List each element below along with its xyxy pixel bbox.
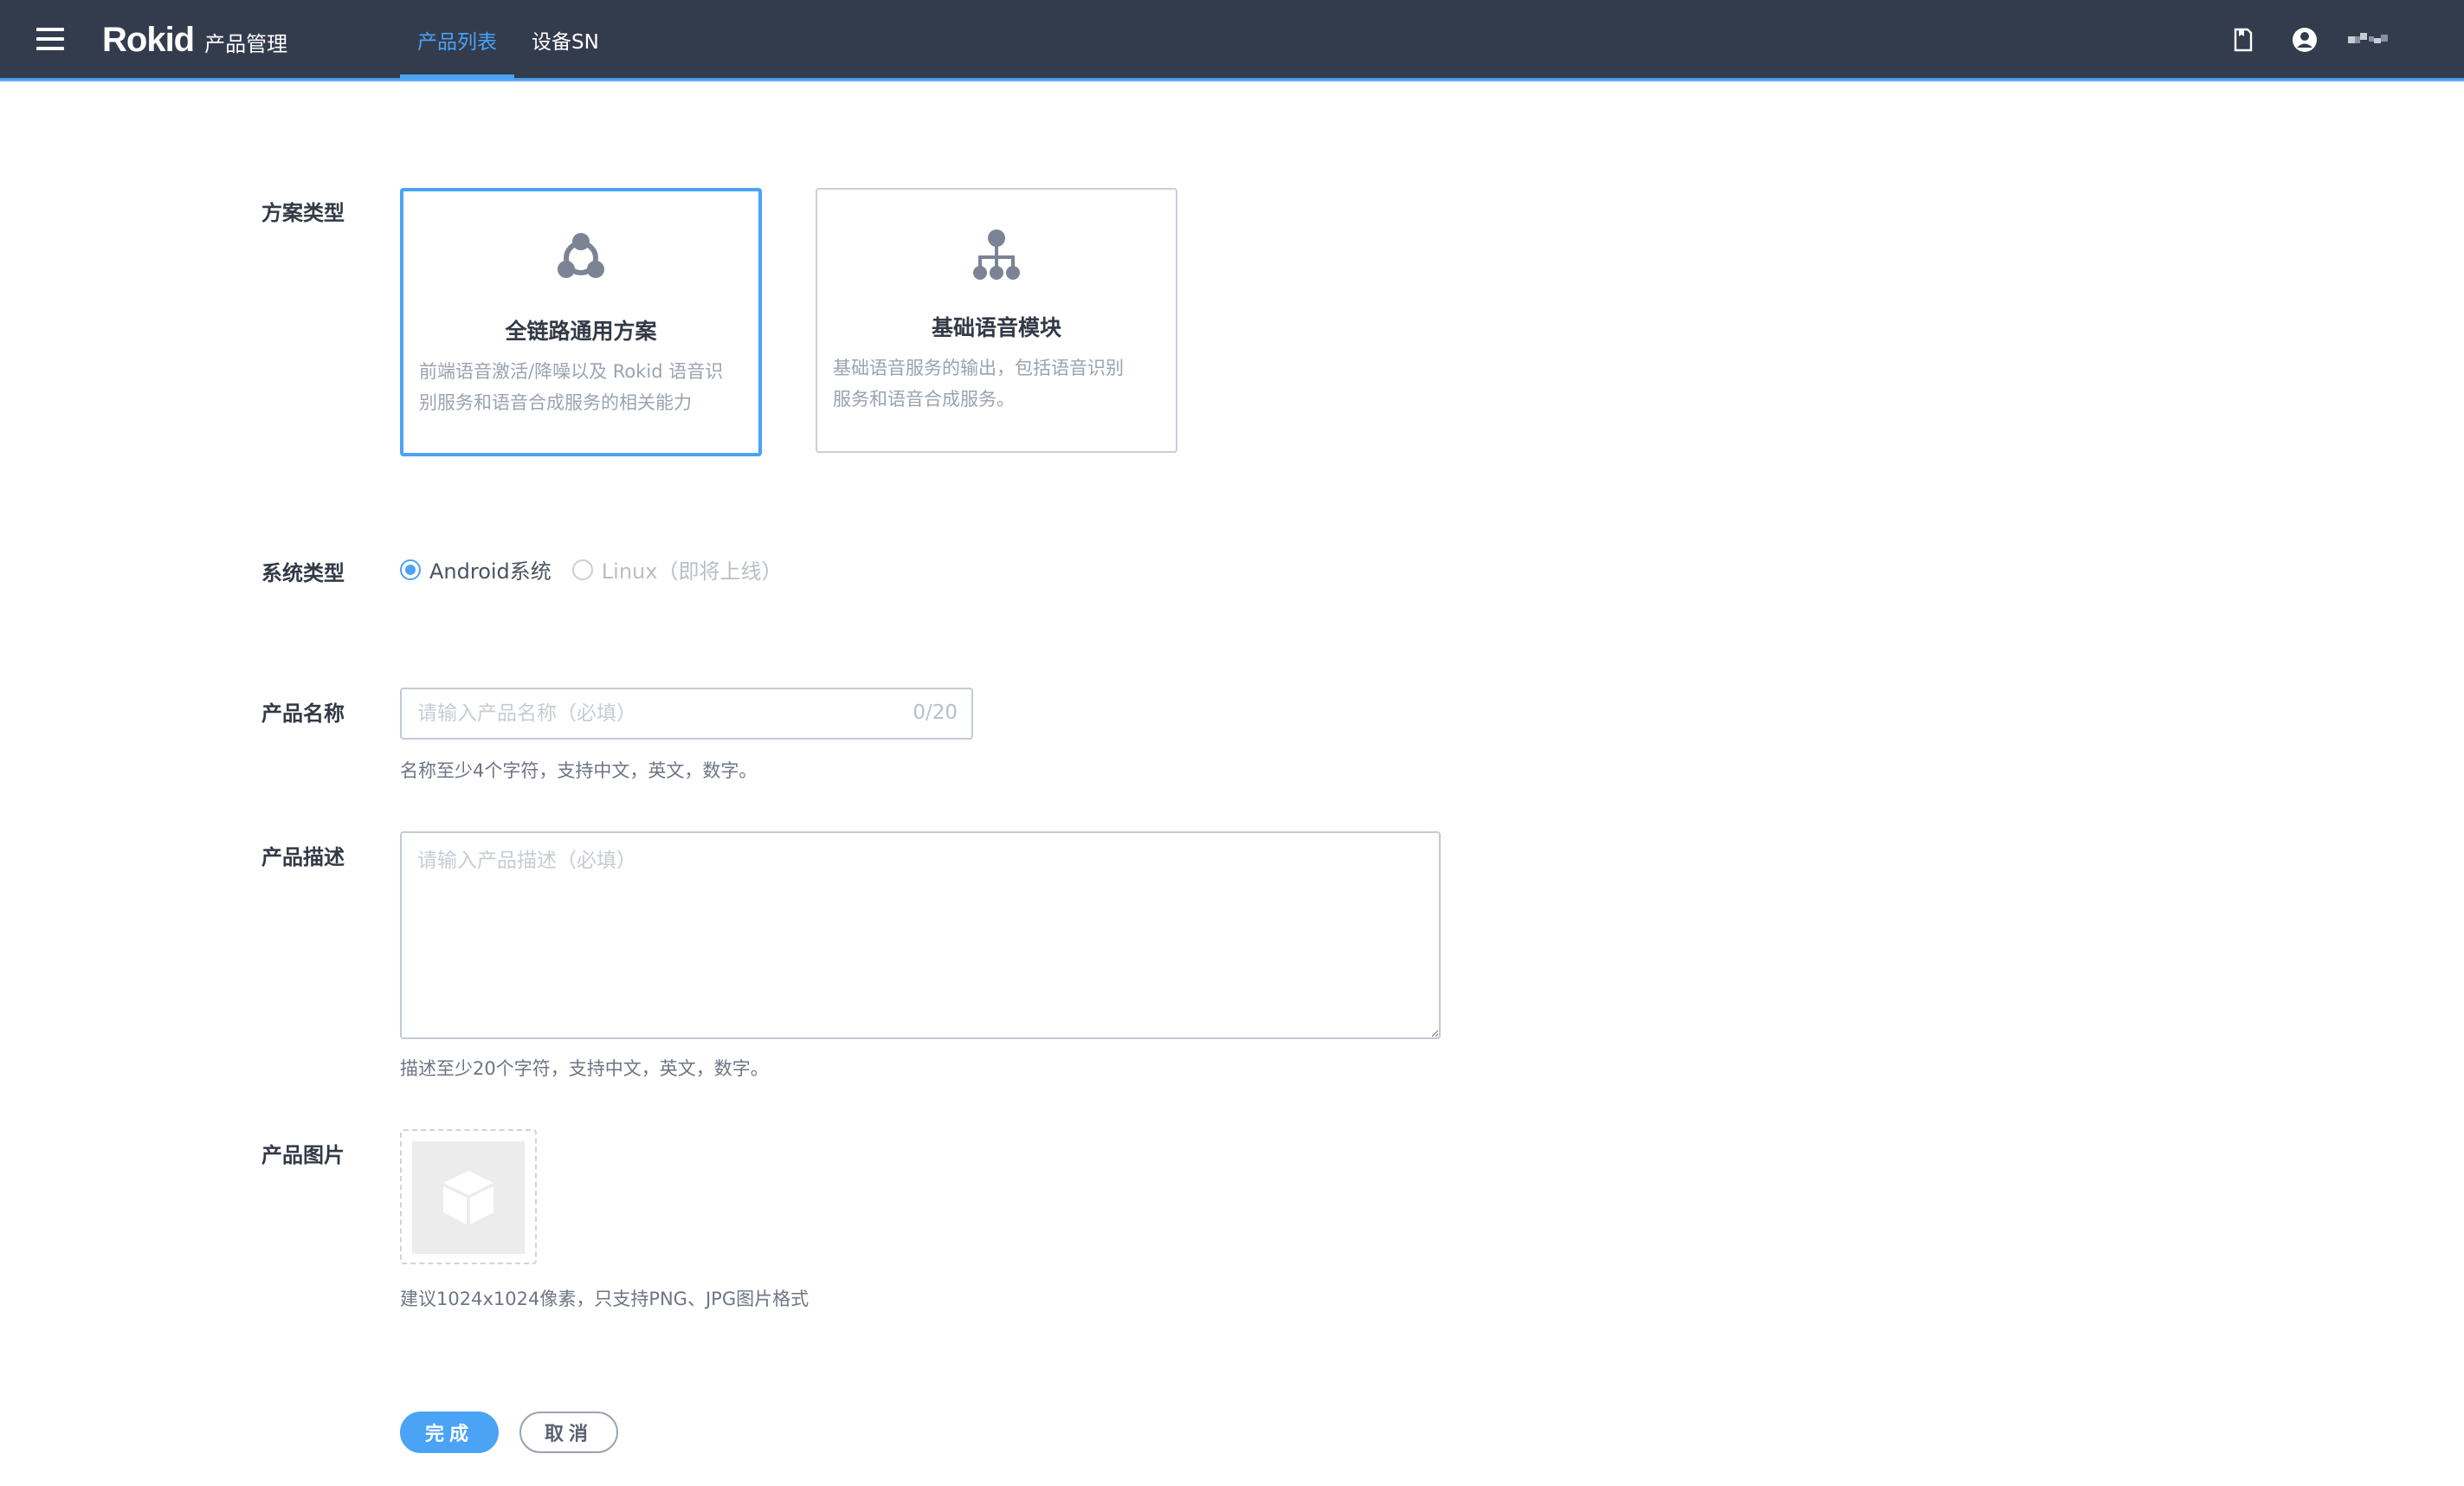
radio-linux[interactable]: Linux（即将上线） xyxy=(571,554,783,585)
product-image-hint: 建议1024x1024像素，只支持PNG、JPG图片格式 xyxy=(400,1289,810,1309)
radio-android[interactable]: Android系统 xyxy=(400,554,551,585)
radio-dot[interactable] xyxy=(400,559,421,580)
radio-label-linux: Linux（即将上线） xyxy=(601,559,783,584)
solution-title: 基础语音模块 xyxy=(931,315,1061,340)
solution-desc-line2: 别服务和语音合成服务的相关能力 xyxy=(419,392,692,413)
solution-desc-line1: 前端语音激活/降噪以及 Rokid 语音识 xyxy=(419,361,724,382)
product-desc-textarea[interactable] xyxy=(400,831,1441,1039)
user-avatar-icon[interactable] xyxy=(2289,24,2320,55)
system-type-label: 系统类型 xyxy=(261,561,345,585)
tab-device-sn[interactable]: 设备SN xyxy=(514,0,616,80)
rokid-logo[interactable]: Rokid xyxy=(102,16,195,64)
product-desc-hint: 描述至少20个字符，支持中文，英文，数字。 xyxy=(400,1058,769,1079)
radio-dot[interactable] xyxy=(571,559,593,580)
solution-desc-line2: 服务和语音合成服务。 xyxy=(833,389,1015,410)
cancel-button[interactable]: 取消 xyxy=(519,1412,618,1453)
tab-product-list[interactable]: 产品列表 xyxy=(400,0,514,80)
brand[interactable]: Rokid 产品管理 xyxy=(102,16,287,64)
network-nodes-icon xyxy=(552,229,610,287)
image-upload-box[interactable] xyxy=(400,1129,537,1264)
system-type-radio-group: Android系统 Linux（即将上线） xyxy=(400,554,803,585)
main-nav: 产品列表 设备SN xyxy=(400,0,616,80)
product-name-input[interactable] xyxy=(400,688,973,740)
solution-type-label: 方案类型 xyxy=(261,201,345,225)
app-subtitle: 产品管理 xyxy=(204,32,288,56)
image-placeholder xyxy=(412,1141,525,1254)
cube-placeholder-icon xyxy=(443,1171,493,1224)
solution-title: 全链路通用方案 xyxy=(505,319,657,344)
hamburger-menu-icon[interactable] xyxy=(36,26,66,52)
name-char-counter: 0/20 xyxy=(913,701,958,724)
solution-card-full-chain[interactable]: 全链路通用方案 前端语音激活/降噪以及 Rokid 语音识 别服务和语音合成服务… xyxy=(400,188,762,456)
product-image-label: 产品图片 xyxy=(261,1143,345,1167)
product-name-label: 产品名称 xyxy=(261,701,345,726)
product-name-hint: 名称至少4个字符，支持中文，英文，数字。 xyxy=(400,760,758,781)
document-icon[interactable] xyxy=(2227,24,2258,55)
product-desc-label: 产品描述 xyxy=(261,845,345,869)
solution-desc-line1: 基础语音服务的输出，包括语音识别 xyxy=(833,358,1124,378)
radio-label-android: Android系统 xyxy=(429,559,551,584)
username-pixel-icon[interactable] xyxy=(2346,24,2393,55)
hierarchy-icon xyxy=(968,228,1025,285)
solution-card-basic-voice[interactable]: 基础语音模块 基础语音服务的输出，包括语音识别 服务和语音合成服务。 xyxy=(816,188,1177,453)
top-navbar: Rokid 产品管理 产品列表 设备SN xyxy=(0,0,2464,80)
header-accent-line xyxy=(0,78,2464,81)
submit-button[interactable]: 完成 xyxy=(400,1412,499,1453)
